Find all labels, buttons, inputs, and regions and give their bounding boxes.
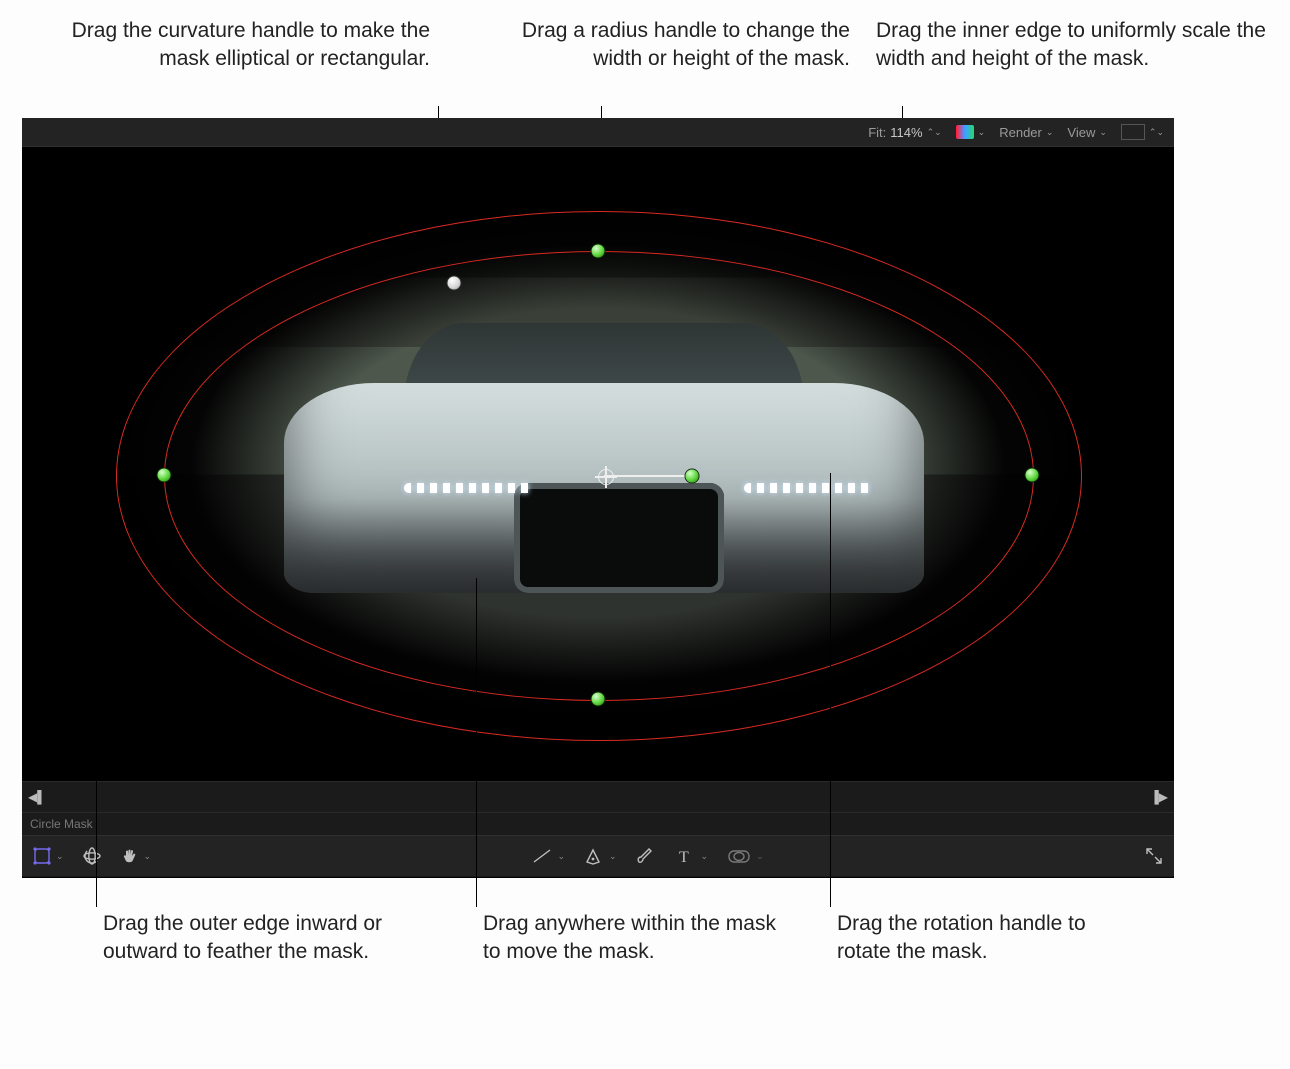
playhead-out-icon: ▐▶ bbox=[1150, 790, 1168, 804]
fullscreen-tool[interactable] bbox=[1144, 846, 1164, 866]
updown-icon: ⌃⌄ bbox=[927, 127, 942, 138]
rgb-swatch-icon bbox=[956, 125, 974, 139]
leader-rotation bbox=[830, 473, 831, 907]
view-label: View bbox=[1067, 125, 1095, 140]
leader-move bbox=[476, 578, 477, 907]
callout-curvature: Drag the curvature handle to make the ma… bbox=[60, 17, 430, 74]
callout-move: Drag anywhere within the mask to move th… bbox=[483, 910, 783, 967]
chevron-down-icon: ⌄ bbox=[978, 127, 986, 138]
pen-tool[interactable]: ⌄ bbox=[583, 846, 617, 866]
active-object-label: Circle Mask bbox=[30, 817, 93, 831]
callout-rotation: Drag the rotation handle to rotate the m… bbox=[837, 910, 1137, 967]
mask-shape-preset-tool[interactable]: ⌄ bbox=[726, 846, 764, 866]
chevron-down-icon: ⌄ bbox=[557, 851, 565, 862]
top-toolbar: Fit: 114% ⌃⌄ ⌄ Render ⌄ View ⌄ ⌃⌄ bbox=[22, 118, 1174, 147]
canvas-area bbox=[22, 147, 1174, 781]
timeline-scrubber[interactable]: ◀▌ ▐▶ bbox=[22, 781, 1174, 812]
3d-transform-tool[interactable] bbox=[82, 846, 102, 866]
monitor-output-control[interactable]: ⌃⌄ bbox=[1121, 124, 1164, 140]
shape-mask-tool[interactable]: ⌄ bbox=[32, 846, 64, 866]
chevron-down-icon: ⌄ bbox=[1099, 127, 1107, 138]
fit-zoom-control[interactable]: Fit: 114% ⌃⌄ bbox=[868, 125, 941, 140]
playhead-in-icon: ◀▌ bbox=[28, 790, 46, 804]
rotation-arm[interactable] bbox=[604, 475, 692, 477]
radius-handle-bottom[interactable] bbox=[592, 693, 605, 706]
hand-tool[interactable]: ⌄ bbox=[120, 846, 152, 866]
chevron-down-icon: ⌄ bbox=[609, 851, 617, 862]
monitor-icon bbox=[1121, 124, 1145, 140]
callout-inner-edge: Drag the inner edge to uniformly scale t… bbox=[876, 17, 1276, 74]
rotation-handle[interactable] bbox=[686, 470, 699, 483]
render-label: Render bbox=[999, 125, 1042, 140]
bottom-toolbar: ⌄ ⌄ ⌄ ⌄ bbox=[22, 835, 1174, 876]
mask-overlay bbox=[44, 173, 1152, 753]
view-menu[interactable]: View ⌄ bbox=[1067, 125, 1107, 140]
render-menu[interactable]: Render ⌄ bbox=[999, 125, 1053, 140]
radius-handle-top[interactable] bbox=[592, 245, 605, 258]
line-tool[interactable]: ⌄ bbox=[531, 846, 565, 866]
radius-handle-left[interactable] bbox=[158, 469, 171, 482]
fit-value: 114% bbox=[890, 125, 922, 140]
chevron-down-icon: ⌄ bbox=[144, 851, 152, 862]
app-window: Fit: 114% ⌃⌄ ⌄ Render ⌄ View ⌄ ⌃⌄ bbox=[22, 118, 1174, 878]
brush-tool[interactable] bbox=[635, 846, 657, 866]
leader-outer-edge bbox=[96, 492, 97, 907]
viewer-canvas[interactable] bbox=[44, 173, 1152, 753]
callout-outer-edge: Drag the outer edge inward or outward to… bbox=[103, 910, 413, 967]
chevron-down-icon: ⌄ bbox=[756, 851, 764, 862]
callout-radius: Drag a radius handle to change the width… bbox=[480, 17, 850, 74]
text-tool[interactable]: T ⌄ bbox=[675, 846, 709, 866]
chevron-down-icon: ⌄ bbox=[56, 851, 64, 862]
fit-label: Fit: bbox=[868, 125, 886, 140]
mask-center-handle[interactable] bbox=[598, 469, 614, 485]
status-line: Circle Mask bbox=[22, 812, 1174, 835]
color-channel-menu[interactable]: ⌄ bbox=[956, 125, 986, 139]
chevron-down-icon: ⌄ bbox=[701, 851, 709, 862]
curvature-handle[interactable] bbox=[448, 277, 461, 290]
updown-icon: ⌃⌄ bbox=[1149, 127, 1164, 138]
svg-text:T: T bbox=[679, 849, 689, 866]
chevron-down-icon: ⌄ bbox=[1046, 127, 1054, 138]
radius-handle-right[interactable] bbox=[1026, 469, 1039, 482]
